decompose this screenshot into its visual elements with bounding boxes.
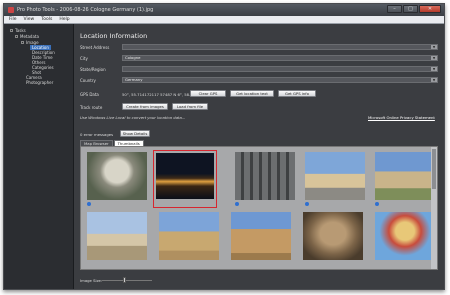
photo [156,153,214,199]
task-sidebar: Tasks Metadata Image Location Descriptio… [4,24,74,289]
minimize-button[interactable]: – [387,5,402,13]
thumbnail-egyptian-temple[interactable] [229,210,293,268]
load-from-file-button[interactable]: Load from file [172,103,208,110]
tree-item-tasks[interactable]: Tasks [15,28,26,33]
clear-gps-button[interactable]: Clear GPS [190,90,226,97]
city-field[interactable]: Cologne ▼ [122,55,438,61]
app-window: Pro Photo Tools - 2006-08-26 Cologne Ger… [3,3,445,290]
image-size-slider[interactable] [102,280,152,281]
gps-data-label: GPS Data [80,92,99,97]
thumbnail-temple-ruins[interactable] [85,210,149,268]
get-location-text-button[interactable]: Get location text [230,90,274,97]
image-size-control: Image Size: [80,277,200,284]
tree-expander-icon[interactable] [21,41,24,44]
location-pin-icon [375,202,379,206]
photo [231,212,291,260]
thumbnail-cologne-cathedral[interactable] [153,150,217,208]
state-region-label: State/Region [80,67,106,72]
thumbnail-statue[interactable] [85,150,149,208]
title-bar[interactable]: Pro Photo Tools - 2006-08-26 Cologne Ger… [4,4,444,16]
chevron-down-icon[interactable]: ▼ [431,78,437,82]
menu-tools[interactable]: Tools [41,17,52,22]
photo [159,212,219,260]
thumbnail-painted-statue[interactable] [373,210,437,268]
city-value: Cologne [125,55,141,60]
menu-file[interactable]: File [9,17,17,22]
error-count: 0 error messages [80,132,114,137]
close-button[interactable]: ✕ [419,5,441,13]
photo [305,152,365,200]
window-controls: – □ ✕ [387,5,441,13]
menu-view[interactable]: View [24,17,35,22]
thumbnail-reichstag[interactable] [373,150,437,208]
tree-item-metadata[interactable]: Metadata [20,34,39,39]
city-label: City [80,56,88,61]
gps-value: 50°, 55.714172117 57487 N 6°, 58.1 E [122,92,197,97]
thumbnail-scrollbar[interactable] [431,147,437,269]
thumbnail-memorial-stelae[interactable] [233,150,297,208]
country-field[interactable]: Germany ▼ [122,77,438,83]
create-from-images-button[interactable]: Create from images [122,103,168,110]
menu-bar: File View Tools Help [4,16,444,24]
track-route-label: Track route [80,105,103,110]
privacy-statement-link[interactable]: Microsoft Online Privacy Statement [368,115,435,120]
photo [235,152,295,200]
state-region-field[interactable]: ▼ [122,66,438,72]
street-address-label: Street Address [80,45,110,50]
location-pin-icon [305,202,309,206]
photo [375,152,435,200]
menu-help[interactable]: Help [59,17,69,22]
get-gps-info-button[interactable]: Get GPS info [278,90,316,97]
maximize-button[interactable]: □ [403,5,418,13]
section-title: Location Information [80,32,148,40]
show-details-button[interactable]: Show Details [120,130,150,137]
chevron-down-icon[interactable]: ▼ [431,67,437,71]
thumbnail-brandenburg-gate[interactable] [303,150,367,208]
thumbnail-grid [80,146,438,270]
country-value: Germany [125,77,143,82]
location-pin-icon [235,202,239,206]
country-label: Country [80,78,96,83]
thumbnail-pharaoh-statue[interactable] [301,210,365,268]
tree-expander-icon[interactable] [10,29,13,32]
tree-expander-icon[interactable] [15,35,18,38]
image-size-label: Image Size: [80,278,103,283]
photo [303,212,363,260]
thumbnail-pyramid[interactable] [157,210,221,268]
image-size-slider-knob[interactable] [123,277,126,283]
app-icon [8,7,14,13]
tree-item-photographer[interactable]: Photographer [26,80,53,85]
main-panel: Location Information Street Address ▼ Ci… [74,24,444,289]
chevron-down-icon[interactable]: ▼ [431,45,437,49]
location-pin-icon [87,202,91,206]
window-title: Pro Photo Tools - 2006-08-26 Cologne Ger… [17,7,154,13]
photo [87,152,147,200]
scroll-thumb[interactable] [432,149,436,189]
photo [375,212,435,260]
photo [87,212,147,260]
street-address-field[interactable]: ▼ [122,44,438,50]
chevron-down-icon[interactable]: ▼ [431,56,437,60]
info-note: Use Windows Live Local to convert your l… [80,115,186,120]
